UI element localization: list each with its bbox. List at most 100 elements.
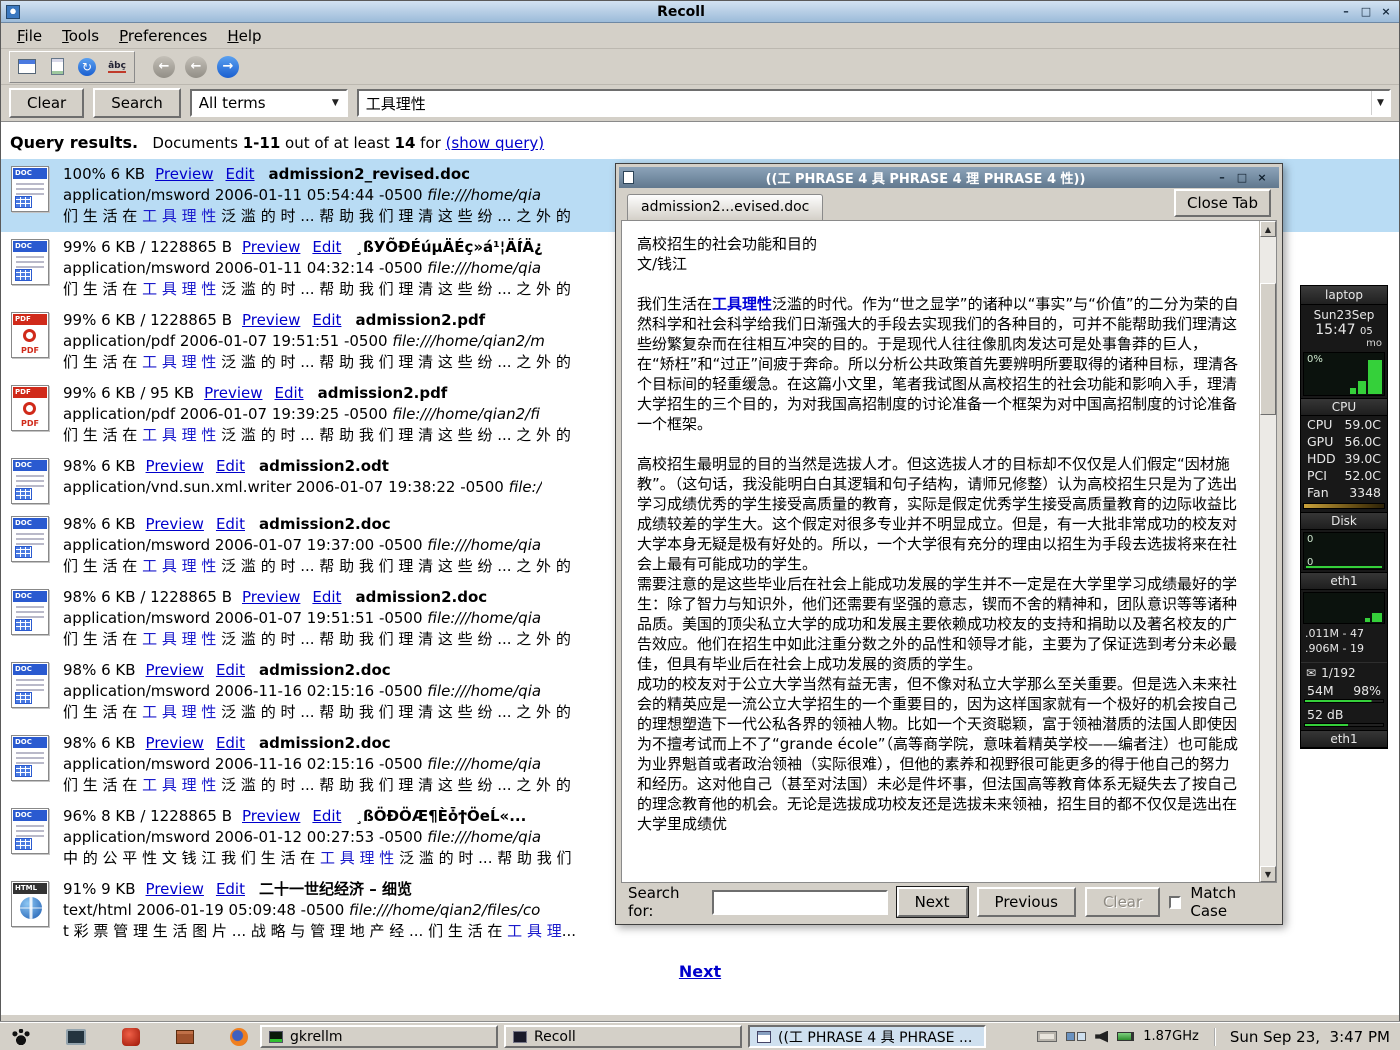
find-next-button[interactable]: Next: [897, 887, 968, 917]
sensor-label: CPU: [1307, 417, 1332, 432]
result-edit-link[interactable]: Edit: [312, 311, 341, 329]
preview-titlebar[interactable]: ((工 PHRASE 4 具 PHRASE 4 理 PHRASE 4 性)) –…: [619, 167, 1279, 188]
menu-help[interactable]: Help: [217, 25, 271, 47]
update-index-button[interactable]: ↻: [74, 54, 100, 80]
nav-back-alt-button[interactable]: ←: [183, 54, 209, 80]
show-query-link[interactable]: (show query): [446, 134, 545, 152]
result-edit-link[interactable]: Edit: [225, 165, 254, 183]
media-launcher-icon[interactable]: [122, 1028, 140, 1046]
match-case-label: Match Case: [1190, 884, 1270, 920]
sensor-value: 59.0C: [1344, 417, 1381, 432]
sensor-value: 52.0C: [1344, 468, 1381, 483]
gkrellm-time-seconds: 05: [1360, 326, 1373, 337]
result-preview-link[interactable]: Preview: [146, 734, 204, 752]
screen-launcher-icon[interactable]: [66, 1029, 86, 1045]
close-icon[interactable]: ×: [1377, 4, 1395, 20]
result-edit-link[interactable]: Edit: [216, 515, 245, 533]
nav-back-button[interactable]: ←: [151, 54, 177, 80]
term-explorer-icon: âbç: [108, 61, 126, 73]
gkrellm-date: Sun23Sep: [1301, 305, 1387, 322]
result-mime-date: application/msword 2006-11-16 02:15:16 -…: [63, 755, 427, 773]
close-tab-button[interactable]: Close Tab: [1174, 189, 1271, 217]
main-window-title: Recoll: [25, 4, 1337, 20]
find-input[interactable]: [712, 890, 888, 915]
net-section-label: eth1: [1301, 572, 1387, 590]
result-title: admission2.doc: [259, 515, 391, 533]
clear-button[interactable]: Clear: [9, 88, 84, 118]
document-page-button[interactable]: [44, 54, 70, 80]
result-preview-link[interactable]: Preview: [146, 515, 204, 533]
firefox-launcher-icon[interactable]: [230, 1028, 248, 1046]
preview-window-icon: [623, 171, 634, 184]
result-preview-link[interactable]: Preview: [155, 165, 213, 183]
result-url: file:///home/qia: [427, 186, 541, 204]
keyboard-tray-icon[interactable]: [1037, 1031, 1057, 1042]
result-mime-date: application/vnd.sun.xml.writer 2006-01-0…: [63, 478, 509, 496]
result-body: 99% 6 KB / 95 KBPreviewEditadmission2.pd…: [63, 383, 571, 446]
main-titlebar[interactable]: Recoll – □ ×: [1, 1, 1399, 23]
next-page-link[interactable]: Next: [679, 962, 721, 981]
pager-tray-icon[interactable]: [1066, 1032, 1086, 1041]
speaker-tray-icon[interactable]: [1095, 1031, 1108, 1043]
match-case-checkbox[interactable]: [1169, 896, 1181, 909]
preview-find-bar: Search for: Next Previous Clear Match Ca…: [619, 883, 1279, 921]
find-previous-button[interactable]: Previous: [977, 887, 1076, 917]
result-edit-link[interactable]: Edit: [312, 238, 341, 256]
result-preview-link[interactable]: Preview: [242, 238, 300, 256]
result-edit-link[interactable]: Edit: [216, 734, 245, 752]
menu-file[interactable]: File: [7, 25, 52, 47]
result-title: admission2_revised.doc: [269, 165, 471, 183]
find-clear-button[interactable]: Clear: [1085, 887, 1160, 917]
result-icon-cell: DOC: [11, 456, 51, 504]
result-preview-link[interactable]: Preview: [242, 588, 300, 606]
preview-scrollbar[interactable]: ▲ ▼: [1259, 221, 1276, 882]
result-relevance-size: 98% 6 KB / 1228865 B: [63, 588, 232, 606]
result-preview-link[interactable]: Preview: [242, 311, 300, 329]
package-launcher-icon[interactable]: [176, 1030, 194, 1044]
menu-preferences[interactable]: Preferences: [109, 25, 217, 47]
result-preview-link[interactable]: Preview: [146, 661, 204, 679]
result-preview-link[interactable]: Preview: [204, 384, 262, 402]
query-history-chevron-icon[interactable]: ▼: [1371, 91, 1389, 115]
volume-readout: 52 dB: [1301, 706, 1387, 723]
result-edit-link[interactable]: Edit: [216, 457, 245, 475]
preview-minimize-icon[interactable]: –: [1213, 170, 1231, 186]
query-detail-button[interactable]: [14, 54, 40, 80]
search-row: Clear Search All terms ▼ ▼: [1, 85, 1399, 121]
preview-tab[interactable]: admission2...evised.doc: [627, 194, 823, 220]
search-query-input[interactable]: [359, 91, 1371, 115]
scroll-down-icon[interactable]: ▼: [1260, 866, 1276, 882]
result-preview-link[interactable]: Preview: [146, 880, 204, 898]
search-button[interactable]: Search: [93, 88, 181, 118]
result-edit-link[interactable]: Edit: [312, 807, 341, 825]
task-button-chart[interactable]: gkrellm: [260, 1025, 498, 1048]
result-edit-link[interactable]: Edit: [216, 880, 245, 898]
menu-tools[interactable]: Tools: [52, 25, 109, 47]
search-mode-dropdown[interactable]: All terms ▼: [190, 89, 348, 117]
paw-launcher-icon[interactable]: [12, 1029, 30, 1045]
result-preview-link[interactable]: Preview: [146, 457, 204, 475]
task-button-terminal[interactable]: Recoll: [504, 1025, 742, 1048]
result-headline: 99% 6 KB / 95 KBPreviewEditadmission2.pd…: [63, 383, 571, 404]
result-preview-link[interactable]: Preview: [242, 807, 300, 825]
result-icon-cell: PDFPDF: [11, 383, 51, 446]
snippet-after: 泛 滥 的 时 ... 帮 助 我 们 理 清 这 些 纷 ... 之 外 的: [216, 703, 570, 721]
result-edit-link[interactable]: Edit: [312, 588, 341, 606]
snippet-match-term: 工 具 理 性: [320, 849, 394, 867]
nav-forward-button[interactable]: →: [215, 54, 241, 80]
task-button-window[interactable]: ((工 PHRASE 4 具 PHRASE ...: [748, 1025, 986, 1048]
sensor-label: GPU: [1307, 434, 1333, 449]
result-edit-link[interactable]: Edit: [216, 661, 245, 679]
scrollbar-thumb[interactable]: [1260, 283, 1276, 415]
result-edit-link[interactable]: Edit: [275, 384, 304, 402]
result-relevance-size: 98% 6 KB: [63, 457, 136, 475]
preview-close-icon[interactable]: ×: [1253, 170, 1271, 186]
minimize-icon[interactable]: –: [1337, 4, 1355, 20]
term-explorer-button[interactable]: âbç: [104, 54, 130, 80]
preview-maximize-icon[interactable]: □: [1233, 170, 1251, 186]
snippet-after: 泛 滥 的 时 ... 帮 助 我 们 理 清 这 些 纷 ... 之 外 的: [216, 426, 570, 444]
scroll-up-icon[interactable]: ▲: [1260, 221, 1276, 237]
document-paragraph: 高校招生的社会功能和目的: [637, 234, 1244, 254]
mail-count: 1/192: [1321, 666, 1356, 680]
maximize-icon[interactable]: □: [1357, 4, 1375, 20]
